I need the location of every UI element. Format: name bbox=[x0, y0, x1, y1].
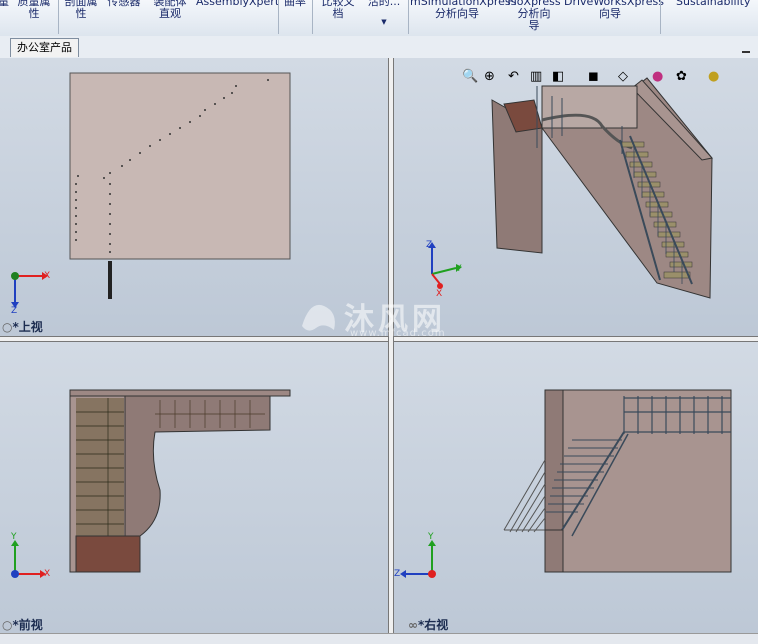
assembly-visualization-button[interactable]: 装配体 直观 bbox=[148, 0, 192, 20]
front-view-triad bbox=[11, 540, 46, 578]
section-properties-button[interactable]: 剖面属 性 bbox=[60, 0, 102, 20]
top-axis-x-label: X bbox=[44, 271, 51, 281]
front-axis-x-label: X bbox=[44, 569, 51, 579]
assemblyxpert-button[interactable]: AssemblyXpert bbox=[196, 0, 279, 8]
right-axis-y-label: Y bbox=[428, 532, 434, 542]
watermark-url: www.mfcad.com bbox=[350, 328, 446, 339]
ribbon-separator bbox=[58, 0, 59, 34]
floxpress-button[interactable]: FloXpress 分析向 导 bbox=[506, 0, 562, 32]
ribbon-cut-item[interactable]: 量 bbox=[0, 0, 9, 8]
live-section-button[interactable]: 活的... ▼ bbox=[362, 0, 406, 28]
ribbon-separator bbox=[660, 0, 661, 34]
compare-documents-button[interactable]: 比较文 档 bbox=[316, 0, 360, 20]
curvature-button[interactable]: 曲率 bbox=[280, 0, 310, 8]
top-view-label: ○*上视 bbox=[2, 320, 43, 334]
watermark: 沐风网 www.mfcad.com bbox=[298, 296, 468, 340]
ribbon-separator bbox=[312, 0, 313, 34]
right-axis-z-label: Z bbox=[394, 569, 401, 579]
document-tab-bar: 办公室产品 bbox=[0, 36, 758, 59]
document-tab[interactable]: 办公室产品 bbox=[10, 38, 79, 57]
ribbon-separator bbox=[278, 0, 279, 34]
chevron-down-icon[interactable]: ▼ bbox=[362, 16, 406, 28]
sustainability-button[interactable]: Sustainability bbox=[676, 0, 750, 8]
mass-properties-button[interactable]: 质量属 性 bbox=[12, 0, 56, 20]
front-axis-y-label: Y bbox=[11, 532, 17, 542]
view-link-icon: ∞ bbox=[408, 618, 418, 632]
view-link-icon: ○ bbox=[2, 320, 13, 334]
driveworksxpress-button[interactable]: DriveWorksXpress 向导 bbox=[564, 0, 664, 20]
minimize-icon[interactable] bbox=[742, 51, 750, 53]
sensor-button[interactable]: 传感器 bbox=[104, 0, 144, 8]
watermark-logo-icon bbox=[302, 304, 335, 331]
view-link-icon: ○ bbox=[2, 618, 13, 632]
iso-axis-z-label: Z bbox=[426, 240, 433, 250]
isometric-view-triad bbox=[428, 242, 462, 289]
command-manager-ribbon: 量 质量属 性 剖面属 性 传感器 装配体 直观 AssemblyXpert 曲… bbox=[0, 0, 758, 37]
ribbon-separator bbox=[408, 0, 409, 34]
simulationxpress-button[interactable]: mSimulationXpress 分析向导 bbox=[410, 0, 516, 20]
iso-axis-y-label: Y bbox=[456, 264, 462, 274]
status-bar bbox=[0, 633, 758, 644]
top-axis-z-label: Z bbox=[11, 306, 18, 316]
right-view-label: ∞*右视 bbox=[408, 618, 449, 632]
front-view-label: ○*前视 bbox=[2, 618, 43, 632]
right-view-triad bbox=[400, 540, 436, 578]
top-view-triad bbox=[11, 272, 48, 308]
